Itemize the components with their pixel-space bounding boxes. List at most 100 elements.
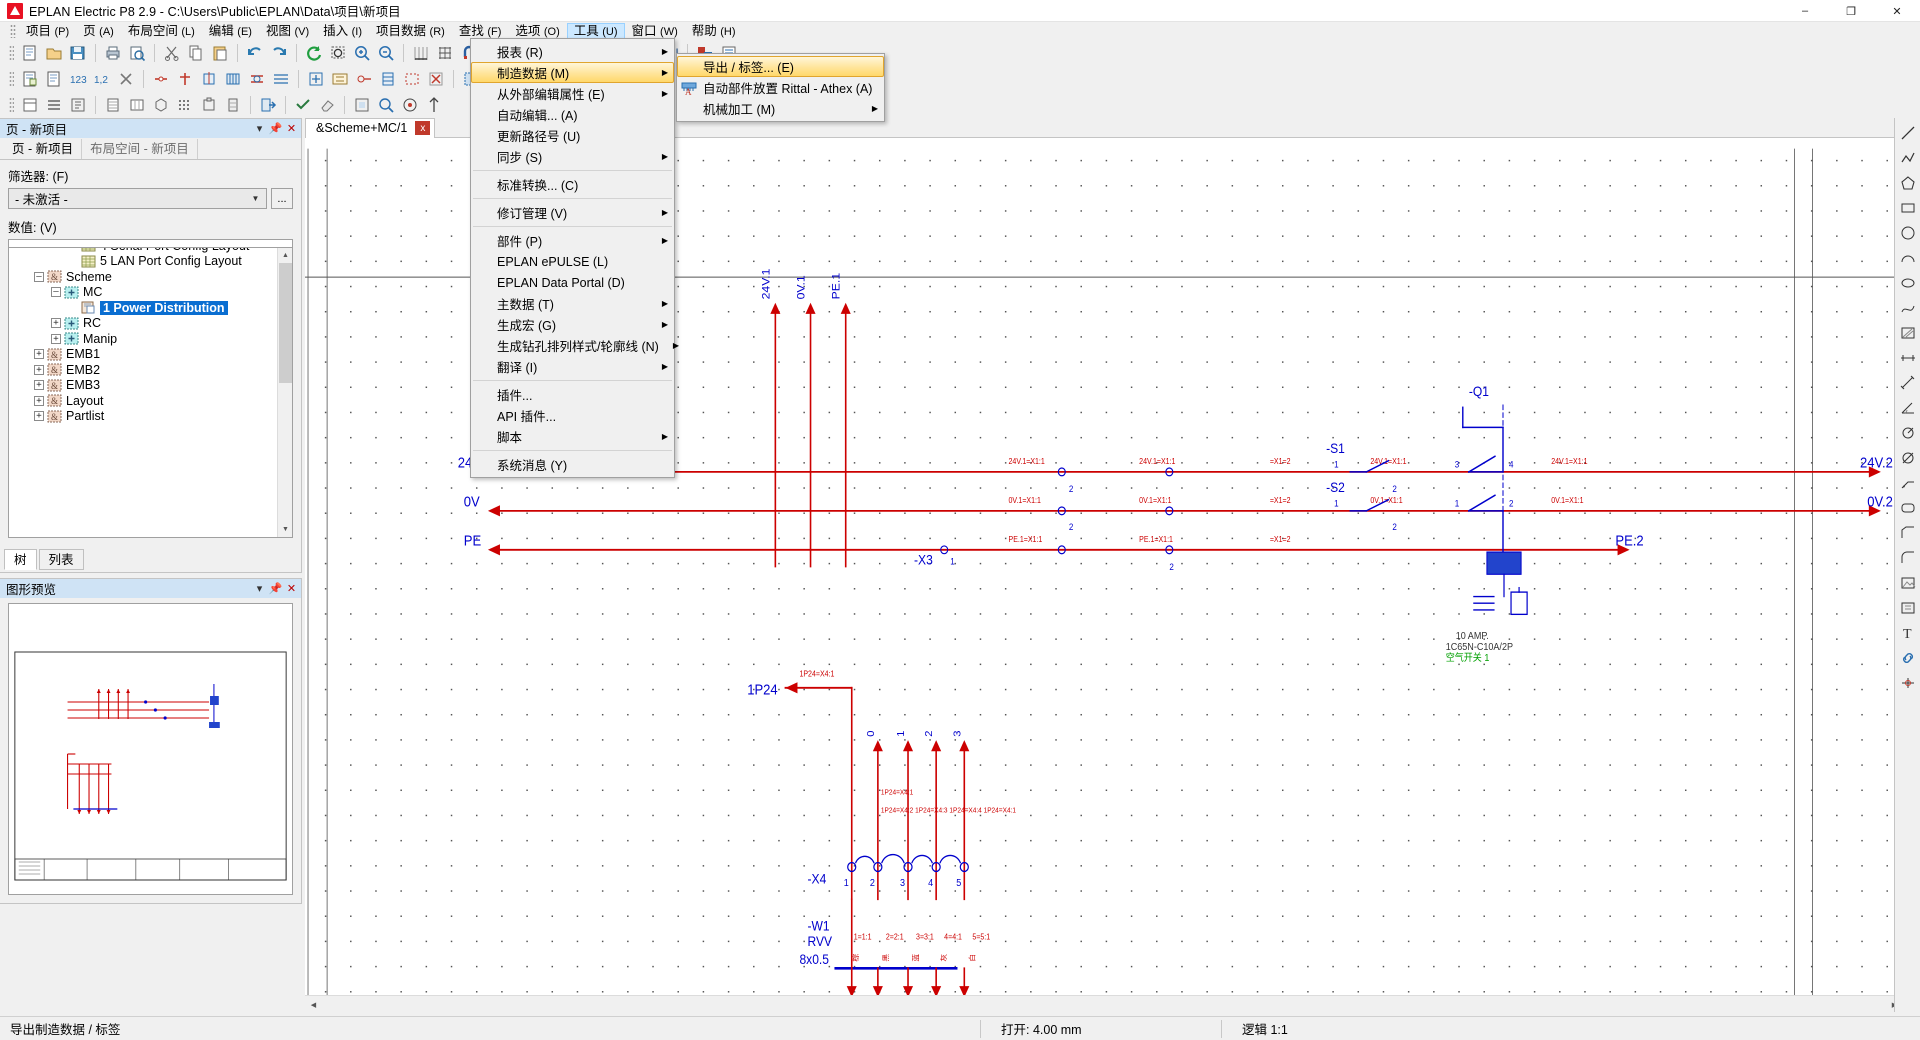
tree-item-partlist[interactable]: + & Partlist: [9, 409, 277, 425]
fillet-icon[interactable]: [1896, 546, 1920, 570]
tools-dropdown-menu[interactable]: 报表 (R) ▶ 制造数据 (M) ▶ 从外部编辑属性 (E) ▶ 自动编辑... (A) 更…: [470, 38, 679, 478]
mfg-submenu-rittal-athex[interactable]: A 自动部件放置 Rittal - Athex (A): [677, 77, 884, 98]
filter-combo[interactable]: - 未激活 - ▼: [8, 188, 267, 209]
connection-symbol-icon[interactable]: [150, 68, 172, 90]
menu-options[interactable]: 选项 (O): [508, 23, 566, 40]
scroll-left-icon[interactable]: ◀: [305, 996, 322, 1013]
detail-view-icon[interactable]: [67, 94, 89, 116]
potential-icon[interactable]: [174, 68, 196, 90]
column-icon[interactable]: [126, 94, 148, 116]
tools-menu-item-5[interactable]: 同步 (S) ▶: [471, 146, 674, 167]
tree-item-manip[interactable]: + Manip: [9, 331, 277, 347]
device-numbering-icon[interactable]: 123: [67, 68, 89, 90]
text-insert-icon[interactable]: T: [1896, 621, 1920, 645]
3d-view-icon[interactable]: [150, 94, 172, 116]
path-function-icon[interactable]: [1896, 671, 1920, 695]
tools-menu-item-2[interactable]: 从外部编辑属性 (E) ▶: [471, 83, 674, 104]
dimension-aligned-icon[interactable]: [1896, 371, 1920, 395]
list-view-icon[interactable]: [43, 94, 65, 116]
tools-menu-item-3[interactable]: 自动编辑... (A): [471, 104, 674, 125]
insert-device-icon[interactable]: [377, 68, 399, 90]
tree-item-rc[interactable]: + RC: [9, 316, 277, 332]
scroll-thumb[interactable]: [279, 263, 292, 383]
expand-icon[interactable]: +: [51, 318, 61, 329]
pages-panel-close-icon[interactable]: ✕: [284, 121, 299, 136]
pages-panel-pin-icon[interactable]: 📌: [268, 121, 283, 136]
print-icon[interactable]: [102, 42, 124, 64]
clear-icon[interactable]: [115, 68, 137, 90]
tools-menu-eplan-epulse[interactable]: EPLAN ePULSE (L): [471, 251, 674, 272]
close-icon[interactable]: x: [415, 121, 431, 135]
tools-menu-item-18[interactable]: 系统消息 (Y): [471, 454, 674, 475]
tree-item-scheme[interactable]: – & Scheme: [9, 269, 277, 285]
snap-grid-icon[interactable]: [410, 42, 432, 64]
tree-item-emb1[interactable]: + & EMB1: [9, 347, 277, 363]
insert-connector-icon[interactable]: [353, 68, 375, 90]
hyperlink-icon[interactable]: [1896, 646, 1920, 670]
enclosure-icon[interactable]: [198, 94, 220, 116]
zoom-in-icon[interactable]: [351, 42, 373, 64]
menu-window[interactable]: 窗口 (W): [625, 23, 685, 40]
expand-icon[interactable]: +: [34, 349, 44, 360]
chevron-down-icon[interactable]: ▼: [247, 190, 264, 207]
tree-item-5-lan-port-config-layout[interactable]: 5 LAN Port Config Layout: [9, 254, 277, 270]
insert-macro-icon[interactable]: [329, 68, 351, 90]
tools-menu-item-17[interactable]: 脚本 ▶: [471, 426, 674, 447]
pages-tree[interactable]: 4 Serial Port Config Layout5 LAN Port Co…: [8, 247, 293, 538]
cable-icon[interactable]: [246, 68, 268, 90]
menu-project[interactable]: 项目 (P): [19, 23, 76, 40]
hatch-tool-icon[interactable]: [1896, 321, 1920, 345]
tools-menu-item-15[interactable]: 插件...: [471, 384, 674, 405]
menu-page[interactable]: 页 (A): [76, 23, 121, 40]
preview-panel-dropdown-icon[interactable]: ▾: [252, 581, 267, 596]
filter-settings-button[interactable]: ...: [271, 188, 293, 209]
page-edit-icon[interactable]: [43, 68, 65, 90]
bottom-tab-list[interactable]: 列表: [38, 549, 84, 570]
row-height-icon[interactable]: [102, 94, 124, 116]
dimension-angular-icon[interactable]: [1896, 396, 1920, 420]
zoom-window-icon[interactable]: [327, 42, 349, 64]
pages-tree-scrollbar[interactable]: ▲ ▼: [277, 248, 292, 537]
tools-menu-item-4[interactable]: 更新路径号 (U): [471, 125, 674, 146]
cut-icon[interactable]: [161, 42, 183, 64]
redo-icon[interactable]: [268, 42, 290, 64]
expand-icon[interactable]: +: [34, 380, 44, 391]
tree-item-emb2[interactable]: + & EMB2: [9, 362, 277, 378]
pages-panel-dropdown-icon[interactable]: ▾: [252, 121, 267, 136]
preview-panel-pin-icon[interactable]: 📌: [268, 581, 283, 596]
ole-object-icon[interactable]: [1896, 596, 1920, 620]
scroll-down-icon[interactable]: ▼: [278, 522, 292, 537]
menu-help[interactable]: 帮助 (H): [685, 23, 743, 40]
spline-tool-icon[interactable]: [1896, 296, 1920, 320]
polygon-tool-icon[interactable]: [1896, 171, 1920, 195]
line-tool-icon[interactable]: [1896, 121, 1920, 145]
target-icon[interactable]: [399, 94, 421, 116]
expand-icon[interactable]: +: [34, 364, 44, 375]
tools-menu-item-8[interactable]: 部件 (P) ▶: [471, 230, 674, 251]
insert-box-icon[interactable]: [401, 68, 423, 90]
expand-icon[interactable]: +: [51, 333, 61, 344]
collapse-icon[interactable]: –: [51, 287, 61, 298]
save-icon[interactable]: [67, 42, 89, 64]
paste-icon[interactable]: [209, 42, 231, 64]
polyline-tool-icon[interactable]: [1896, 146, 1920, 170]
bottom-tab-tree[interactable]: 树: [4, 549, 37, 570]
leader-tool-icon[interactable]: [1896, 471, 1920, 495]
delete-symbol-icon[interactable]: [425, 68, 447, 90]
preview-panel-close-icon[interactable]: ✕: [284, 581, 299, 596]
menu-project-data[interactable]: 项目数据 (R): [369, 23, 452, 40]
page-list-icon[interactable]: [19, 94, 41, 116]
tab-layout-space[interactable]: 布局空间 - 新项目: [82, 139, 198, 159]
expand-icon[interactable]: +: [34, 395, 44, 406]
grid-icon[interactable]: [434, 42, 456, 64]
plc-icon[interactable]: [222, 68, 244, 90]
bus-icon[interactable]: [270, 68, 292, 90]
zoom-out-icon[interactable]: [375, 42, 397, 64]
scroll-up-icon[interactable]: ▲: [278, 248, 292, 263]
tab-pages[interactable]: 页 - 新项目: [4, 139, 83, 159]
menu-layout-space[interactable]: 布局空间 (L): [121, 23, 202, 40]
chamfer-icon[interactable]: [1896, 521, 1920, 545]
print-preview-icon[interactable]: [126, 42, 148, 64]
renumber-icon[interactable]: 1,2: [91, 68, 113, 90]
expand-icon[interactable]: +: [34, 411, 44, 422]
